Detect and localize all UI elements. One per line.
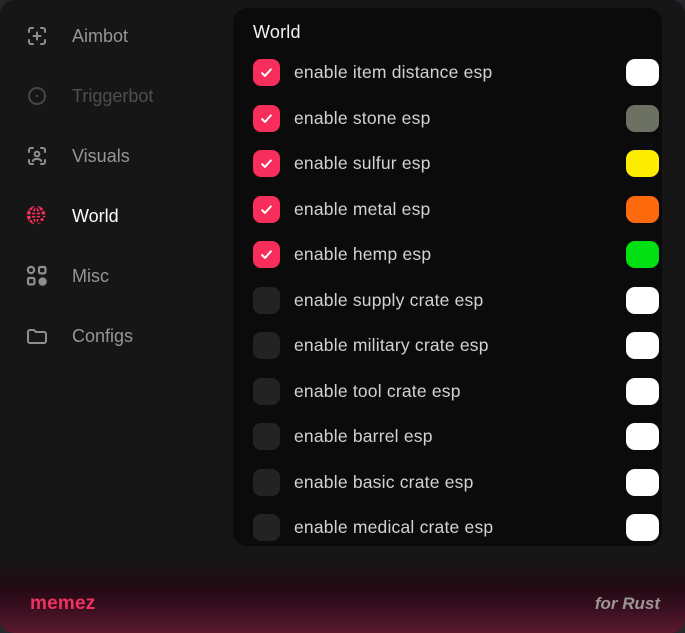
esp-setting-row: enable medical crate esp [253,505,659,546]
configs-icon [25,324,49,348]
esp-checkbox[interactable] [253,105,280,132]
sidebar-item-triggerbot[interactable]: Triggerbot [0,66,233,126]
esp-color-swatch[interactable] [626,59,659,86]
esp-row-label: enable basic crate esp [294,472,626,493]
sidebar-item-aimbot[interactable]: Aimbot [0,6,233,66]
checkmark-icon [259,111,274,126]
esp-checkbox[interactable] [253,332,280,359]
esp-row-label: enable sulfur esp [294,153,626,174]
brand-name: memez [30,593,95,615]
esp-row-label: enable barrel esp [294,426,626,447]
esp-row-label: enable metal esp [294,199,626,220]
world-panel: World enable item distance esp enable st… [233,8,662,546]
esp-color-swatch[interactable] [626,469,659,496]
checkmark-icon [259,65,274,80]
esp-setting-row: enable barrel esp [253,414,659,460]
esp-row-label: enable military crate esp [294,335,626,356]
sidebar-item-label: Misc [72,266,109,287]
checkmark-icon [259,156,274,171]
sidebar-item-label: Aimbot [72,26,128,47]
sidebar-item-configs[interactable]: Configs [0,306,233,366]
sidebar: Aimbot Triggerbot Visuals [0,6,233,366]
cheat-menu-window: Aimbot Triggerbot Visuals [0,0,685,633]
sidebar-item-label: Configs [72,326,133,347]
esp-setting-row: enable item distance esp [253,50,659,96]
esp-setting-row: enable basic crate esp [253,460,659,506]
esp-setting-row: enable hemp esp [253,232,659,278]
sidebar-item-visuals[interactable]: Visuals [0,126,233,186]
sidebar-item-label: World [72,206,119,227]
sidebar-item-misc[interactable]: Misc [0,246,233,306]
esp-checkbox[interactable] [253,59,280,86]
esp-row-label: enable item distance esp [294,62,626,83]
visuals-icon [25,144,49,168]
esp-checkbox[interactable] [253,150,280,177]
esp-row-label: enable stone esp [294,108,626,129]
esp-color-swatch[interactable] [626,332,659,359]
esp-checkbox[interactable] [253,241,280,268]
checkmark-icon [259,202,274,217]
esp-checkbox[interactable] [253,196,280,223]
esp-checkbox[interactable] [253,287,280,314]
triggerbot-icon [25,84,49,108]
sidebar-item-world[interactable]: World [0,186,233,246]
esp-color-swatch[interactable] [626,105,659,132]
esp-setting-row: enable tool crate esp [253,369,659,415]
esp-setting-row: enable military crate esp [253,323,659,369]
esp-setting-row: enable supply crate esp [253,278,659,324]
esp-row-label: enable medical crate esp [294,517,626,538]
esp-setting-row: enable metal esp [253,187,659,233]
esp-color-swatch[interactable] [626,241,659,268]
esp-checkbox[interactable] [253,469,280,496]
aimbot-icon [25,24,49,48]
esp-row-label: enable tool crate esp [294,381,626,402]
misc-icon [25,264,49,288]
esp-checkbox[interactable] [253,423,280,450]
panel-title: World [253,22,659,43]
esp-setting-row: enable stone esp [253,96,659,142]
checkmark-icon [259,247,274,262]
esp-color-swatch[interactable] [626,514,659,541]
esp-color-swatch[interactable] [626,378,659,405]
esp-checkbox[interactable] [253,514,280,541]
esp-row-label: enable hemp esp [294,244,626,265]
esp-row-label: enable supply crate esp [294,290,626,311]
esp-color-swatch[interactable] [626,150,659,177]
sidebar-item-label: Triggerbot [72,86,153,107]
footer-bar: memez for Rust [0,560,685,633]
world-icon [25,204,49,228]
footer-tagline: for Rust [595,594,660,614]
esp-row-list: enable item distance esp enable stone es… [253,50,659,546]
esp-checkbox[interactable] [253,378,280,405]
esp-color-swatch[interactable] [626,196,659,223]
esp-setting-row: enable sulfur esp [253,141,659,187]
esp-color-swatch[interactable] [626,287,659,314]
sidebar-item-label: Visuals [72,146,130,167]
esp-color-swatch[interactable] [626,423,659,450]
